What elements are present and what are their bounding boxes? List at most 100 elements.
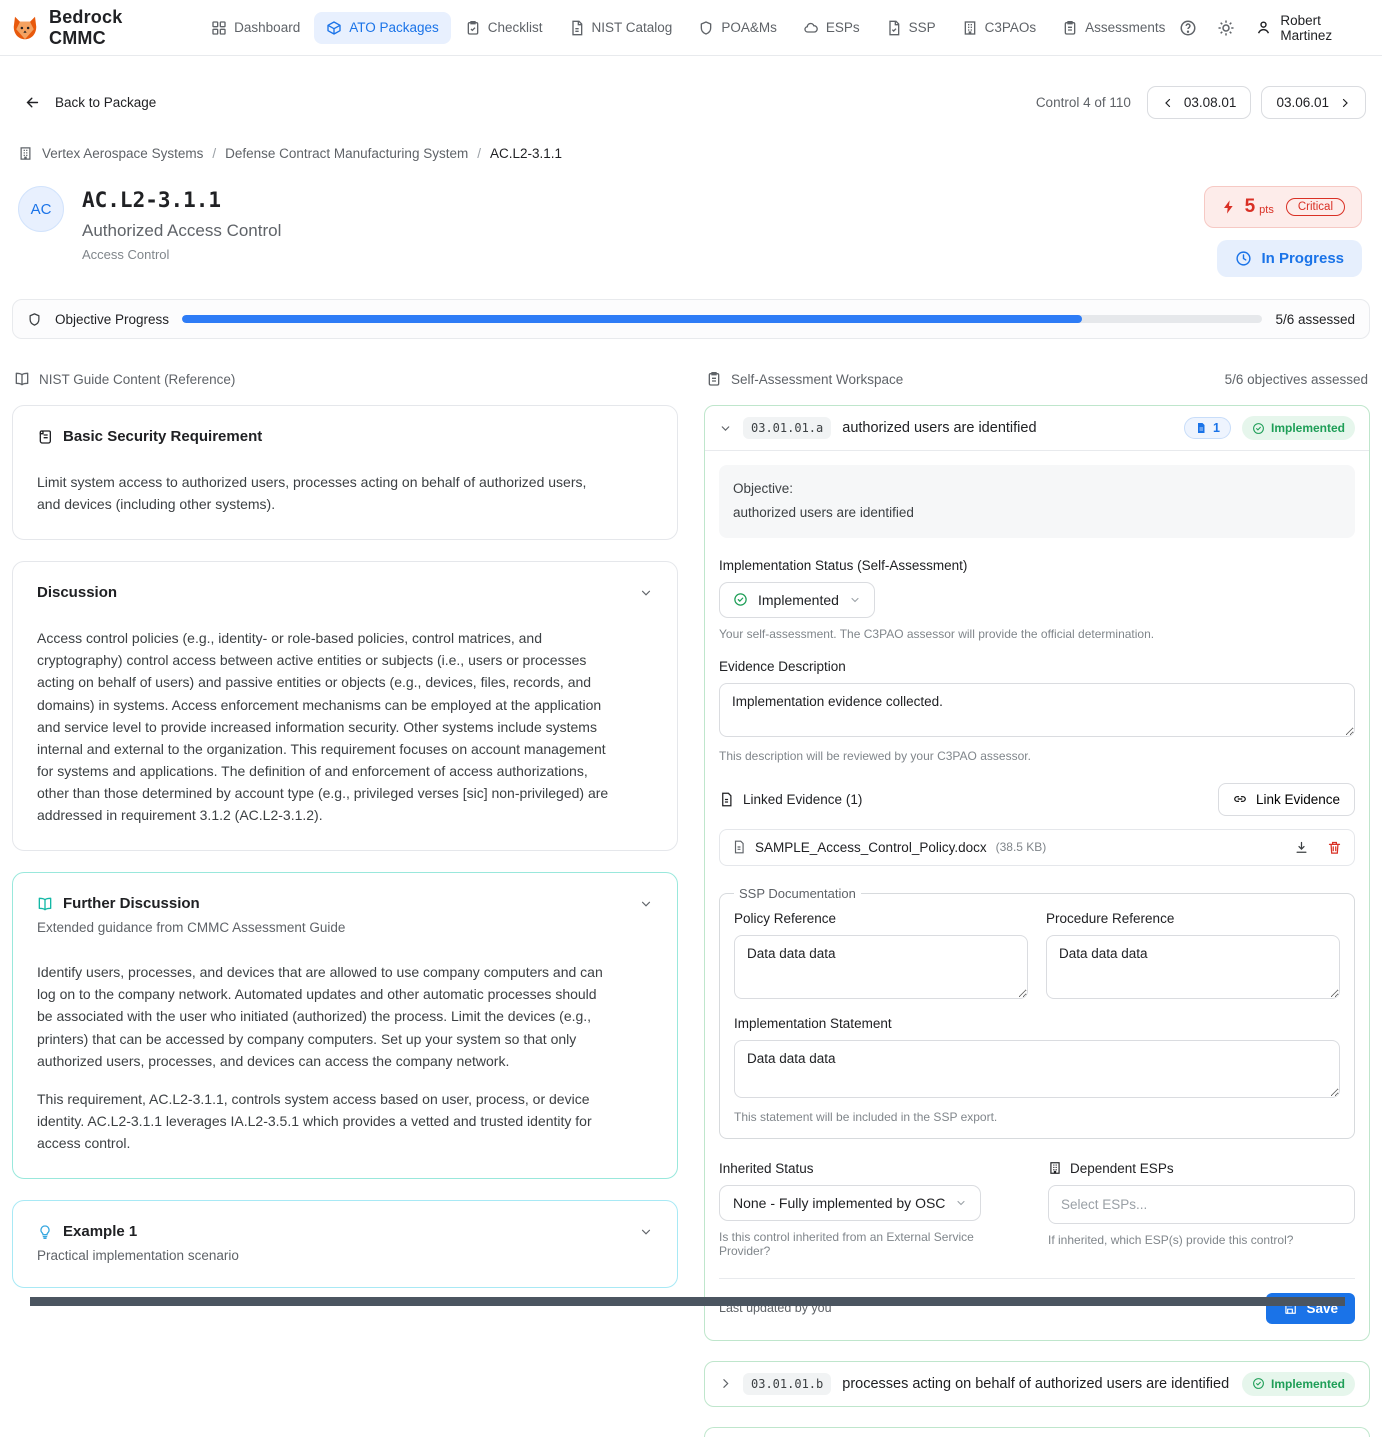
objective-b-title: processes acting on behalf of authorized… [842,1376,1231,1392]
nav-item-nist-catalog[interactable]: NIST Catalog [557,12,685,44]
chevron-down-icon[interactable] [639,586,653,600]
shield-progress-icon [27,312,42,327]
nav-item-ssp[interactable]: SSP [874,12,948,44]
chevron-down-icon [849,594,861,606]
prev-control-button[interactable]: 03.08.01 [1147,86,1252,119]
download-icon[interactable] [1294,840,1309,855]
chevron-down-icon[interactable] [639,897,653,911]
book-open-icon [14,371,30,387]
procedure-reference-textarea[interactable]: Data data data [1046,935,1340,999]
brand-name: Bedrock CMMC [49,7,175,49]
linked-evidence-doc-icon [719,792,734,807]
org-building-icon [18,146,33,161]
points-value: 5 [1245,196,1256,218]
severity-badge: Critical [1286,198,1345,216]
user-menu[interactable]: Robert Martinez [1255,13,1366,43]
evidence-count-badge: 1 [1184,417,1231,439]
document-icon [569,20,585,36]
evidence-file-size: (38.5 KB) [996,840,1047,854]
evidence-desc-textarea[interactable]: Implementation evidence collected. [719,683,1355,737]
chevron-right-icon [1339,97,1351,109]
nav-item-poams[interactable]: POA&Ms [686,12,789,44]
points-badge: 5 pts Critical [1204,186,1362,228]
progress-fill [182,315,1082,323]
file-icon [732,840,746,854]
reference-section-title: NIST Guide Content (Reference) [39,372,235,387]
nav-item-dashboard[interactable]: Dashboard [199,12,312,44]
objective-text: authorized users are identified [733,501,1341,525]
objective-b-status-badge: Implemented [1242,1372,1355,1396]
back-label: Back to Package [55,95,156,110]
control-family-badge: AC [18,186,64,232]
control-id: AC.L2-3.1.1 [82,188,281,212]
breadcrumb: Vertex Aerospace Systems / Defense Contr… [18,146,1370,161]
objective-card-next-partial[interactable] [704,1427,1370,1437]
horizontal-scrollbar[interactable] [30,1297,1345,1306]
workspace-assessed-count: 5/6 objectives assessed [1225,372,1368,387]
chevron-down-icon[interactable] [639,1225,653,1239]
book-open-teal-icon [37,896,53,912]
breadcrumb-system[interactable]: Defense Contract Manufacturing System [225,146,468,161]
statement-help: This statement will be included in the S… [734,1110,1340,1124]
objective-b-code: 03.01.01.b [743,1373,831,1395]
status-text: Implemented [1271,1377,1345,1391]
trash-icon[interactable] [1327,840,1342,855]
objective-a-header[interactable]: 03.01.01.a authorized users are identifi… [705,406,1369,451]
discussion-body: Access control policies (e.g., identity-… [37,627,612,826]
nav-item-checklist[interactable]: Checklist [453,12,555,44]
nav-label: ATO Packages [349,20,439,35]
nav-label: NIST Catalog [592,20,673,35]
objective-a-title: authorized users are identified [842,420,1173,436]
nav-item-ato-packages[interactable]: ATO Packages [314,12,451,44]
check-circle-icon [1252,1377,1265,1390]
breadcrumb-separator: / [212,146,216,161]
arrow-left-icon [24,94,41,111]
select-esps-input[interactable] [1048,1185,1355,1224]
policy-reference-label: Policy Reference [734,911,1028,926]
progress-label: Objective Progress [55,312,169,327]
nist-reference-column: NIST Guide Content (Reference) Basic Sec… [12,371,678,1437]
help-icon[interactable] [1179,19,1197,37]
basic-requirement-card: Basic Security Requirement Limit system … [12,405,678,540]
ssp-legend: SSP Documentation [734,886,861,901]
next-control-button[interactable]: 03.06.01 [1261,86,1366,119]
evidence-count: 1 [1213,421,1220,435]
scroll-icon [37,429,53,445]
evidence-file-row[interactable]: SAMPLE_Access_Control_Policy.docx (38.5 … [719,829,1355,866]
policy-reference-textarea[interactable]: Data data data [734,935,1028,999]
evidence-desc-label: Evidence Description [719,659,1355,674]
link-evidence-button[interactable]: Link Evidence [1218,783,1355,816]
clipboard-workspace-icon [706,371,722,387]
nav-label: ESPs [826,20,860,35]
impl-status-label: Implementation Status (Self-Assessment) [719,558,1355,573]
further-discussion-subtitle: Extended guidance from CMMC Assessment G… [37,920,653,935]
discussion-title: Discussion [37,584,117,601]
nav-item-assessments[interactable]: Assessments [1050,12,1177,44]
nav-item-esps[interactable]: ESPs [791,12,872,44]
nav-label: Dashboard [234,20,300,35]
nav-label: SSP [909,20,936,35]
brand[interactable]: Bedrock CMMC [10,7,175,49]
breadcrumb-org[interactable]: Vertex Aerospace Systems [42,146,203,161]
chevron-left-icon [1162,97,1174,109]
workspace-section-title: Self-Assessment Workspace [731,372,903,387]
impl-status-select[interactable]: Implemented [719,582,875,618]
clock-icon [1235,250,1252,267]
nav-label: Assessments [1085,20,1165,35]
objective-a-code: 03.01.01.a [743,417,831,439]
dependent-esps-label: Dependent ESPs [1048,1161,1355,1176]
esp-label-text: Dependent ESPs [1070,1161,1174,1176]
example-card: Example 1 Practical implementation scena… [12,1200,678,1288]
theme-toggle-sun-icon[interactable] [1217,19,1235,37]
implementation-statement-textarea[interactable]: Data data data [734,1040,1340,1098]
basic-requirement-body: Limit system access to authorized users,… [37,471,612,515]
example-title: Example 1 [63,1223,137,1240]
objective-card-a: 03.01.01.a authorized users are identifi… [704,405,1370,1341]
nav-item-c3paos[interactable]: C3PAOs [950,12,1049,44]
back-to-package-link[interactable]: Back to Package [24,94,156,111]
inherited-status-label: Inherited Status [719,1161,1026,1176]
cloud-icon [803,20,819,36]
package-icon [326,20,342,36]
objective-b-header[interactable]: 03.01.01.b processes acting on behalf of… [705,1362,1369,1406]
inherited-status-select[interactable]: None - Fully implemented by OSC [719,1185,981,1221]
